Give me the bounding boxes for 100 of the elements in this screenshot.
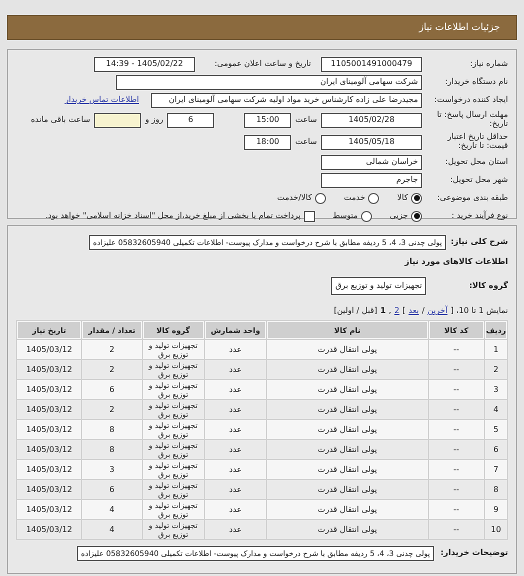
- page-link[interactable]: آخرین: [428, 306, 448, 316]
- table-cell: --: [428, 440, 484, 459]
- table-cell: پولی انتقال قدرت: [267, 460, 428, 479]
- table-cell: عدد: [204, 460, 266, 479]
- table-cell: 1405/03/12: [17, 480, 82, 499]
- table-cell: 6: [82, 380, 142, 399]
- page-link[interactable]: بعد: [408, 306, 419, 316]
- field-label: تاریخ و ساعت اعلان عمومی:: [213, 59, 311, 69]
- field-label: ساعت: [295, 115, 317, 125]
- input-field[interactable]: شرکت سهامی آلومینای ایران: [116, 74, 422, 90]
- input-field[interactable]: 1405/05/18: [321, 134, 422, 150]
- radio-label: خدمت: [344, 193, 366, 203]
- table-cell: عدد: [204, 480, 266, 499]
- radio-label: متوسط: [332, 211, 358, 221]
- table-cell: پولی انتقال قدرت: [267, 420, 428, 439]
- input-field[interactable]: 1405/02/22 - 14:39: [94, 56, 195, 72]
- field-label: ساعت: [295, 137, 317, 147]
- table-cell: 4: [82, 520, 142, 539]
- field-label: توضیحات خریدار:: [439, 548, 508, 558]
- contact-link[interactable]: اطلاعات تماس خریدار: [64, 95, 139, 105]
- table-cell: 6: [82, 480, 142, 499]
- table-cell: عدد: [204, 500, 266, 519]
- table-cell: 4: [484, 400, 507, 419]
- input-field[interactable]: جاجرم: [321, 172, 422, 188]
- field-label: استان محل تحویل:: [444, 158, 508, 166]
- field-label: مهلت ارسال پاسخ: تا تاریخ:: [436, 111, 508, 129]
- field-label: شماره نیاز:: [469, 60, 508, 68]
- table-cell: 8: [484, 480, 507, 499]
- field-label: شرح کلی نیاز:: [450, 237, 508, 247]
- input-field[interactable]: خراسان شمالی: [321, 154, 422, 170]
- radio-button[interactable]: [411, 210, 422, 222]
- table-cell: 2: [82, 400, 142, 419]
- radio-label: کالا/خدمت: [277, 193, 312, 203]
- table-cell: 1405/03/12: [17, 360, 82, 379]
- section-title: اطلاعات کالاهای مورد نیاز: [404, 257, 508, 267]
- field-label: ساعت باقی مانده: [30, 115, 90, 125]
- table-cell: عدد: [204, 400, 266, 419]
- table-cell: 7: [484, 460, 507, 479]
- field-label: ایجاد کننده درخواست:: [433, 96, 508, 104]
- table-cell: پولی انتقال قدرت: [267, 380, 428, 399]
- table-cell: --: [428, 380, 484, 399]
- table-cell: 1405/03/12: [17, 400, 82, 419]
- table-cell: عدد: [204, 380, 266, 399]
- pager-text: ]: [402, 306, 406, 316]
- table-cell: 8: [82, 440, 142, 459]
- table-cell: 1405/03/12: [17, 520, 82, 539]
- radio-button[interactable]: [360, 210, 372, 222]
- table-cell: --: [428, 520, 484, 539]
- table-cell: 6: [484, 440, 507, 459]
- pager-text: [قبل / اولین]: [334, 306, 378, 316]
- table-cell: پولی انتقال قدرت: [267, 440, 428, 459]
- input-field[interactable]: 1405/02/28: [321, 112, 422, 128]
- input-field[interactable]: 18:00: [244, 134, 292, 150]
- field-label: شهر محل تحویل:: [449, 176, 508, 184]
- input-field[interactable]: [94, 112, 142, 128]
- radio-label: کالا: [397, 193, 408, 203]
- pager-text: ,: [388, 306, 392, 316]
- header-title: جزئیات اطلاعات نیاز: [419, 22, 500, 34]
- input-field[interactable]: 15:00: [244, 112, 292, 128]
- table-cell: 3: [484, 380, 507, 399]
- page-link[interactable]: 2: [394, 306, 400, 316]
- table-cell: 1405/03/12: [17, 460, 82, 479]
- radio-button[interactable]: [411, 192, 422, 204]
- table-cell: پولی انتقال قدرت: [267, 480, 428, 499]
- table-cell: 3: [82, 460, 142, 479]
- table-cell: پولی انتقال قدرت: [267, 340, 428, 359]
- field-label: طبقه بندی موضوعی:: [436, 194, 508, 202]
- field-label: نام دستگاه خریدار:: [444, 78, 508, 86]
- field-label: نوع فرآیند خرید :: [450, 212, 508, 220]
- table-cell: پولی انتقال قدرت: [267, 400, 428, 419]
- table-cell: عدد: [204, 440, 266, 459]
- table-cell: 2: [82, 360, 142, 379]
- table-cell: 2: [82, 340, 142, 359]
- field-label: حداقل تاریخ اعتبار قیمت: تا تاریخ:: [446, 133, 508, 151]
- table-cell: عدد: [204, 420, 266, 439]
- table-cell: --: [428, 500, 484, 519]
- table-cell: 8: [82, 420, 142, 439]
- table-cell: --: [428, 480, 484, 499]
- current-page: 1: [380, 306, 386, 316]
- radio-label: جزیی: [390, 211, 408, 221]
- table-cell: --: [428, 340, 484, 359]
- table-cell: 1405/03/12: [17, 420, 82, 439]
- table-cell: --: [428, 400, 484, 419]
- radio-button[interactable]: [314, 192, 326, 204]
- table-cell: 2: [484, 360, 507, 379]
- field-label: روز و: [145, 115, 164, 125]
- table-cell: --: [428, 460, 484, 479]
- input-field[interactable]: 1105001491000479: [321, 56, 422, 72]
- pager-text: /: [422, 306, 425, 316]
- input-field[interactable]: مجیدرضا علی زاده کارشناس خرید مواد اولیه شرکت سهامی آلومینای ایران: [151, 92, 422, 108]
- input-field[interactable]: تجهیزات تولید و توزیع برق: [331, 277, 426, 295]
- table-cell: 1405/03/12: [17, 340, 82, 359]
- checkbox[interactable]: [304, 210, 315, 222]
- radio-button[interactable]: [368, 192, 380, 204]
- table-cell: 5: [484, 420, 507, 439]
- table-cell: 1405/03/12: [17, 380, 82, 399]
- field-label: گروه کالا:: [468, 281, 508, 291]
- input-field[interactable]: 6: [167, 112, 214, 128]
- table-cell: عدد: [204, 520, 266, 539]
- table-cell: پولی انتقال قدرت: [267, 520, 428, 539]
